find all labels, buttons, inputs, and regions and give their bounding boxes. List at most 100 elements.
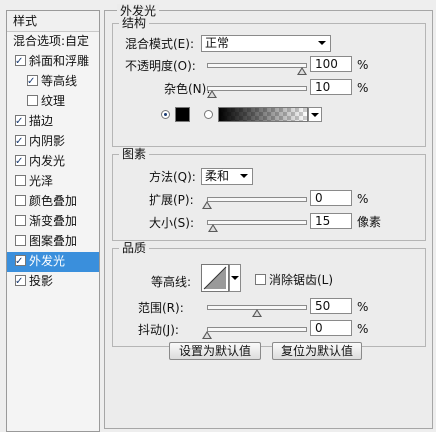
range-value: 50 <box>315 299 331 313</box>
spread-slider-thumb[interactable] <box>202 201 212 209</box>
noise-slider-thumb[interactable] <box>207 90 217 98</box>
blend-mode-select[interactable]: 正常 <box>201 35 331 52</box>
sidebar-item-label: 斜面和浮雕 <box>29 54 90 68</box>
sidebar-item-label: 混合选项:自定 <box>13 34 90 48</box>
sidebar-item[interactable]: 内阴影 <box>7 132 99 152</box>
size-input[interactable]: 15 <box>310 213 352 229</box>
size-slider[interactable] <box>207 220 307 225</box>
sidebar-item[interactable]: 纹理 <box>7 92 99 112</box>
chevron-down-icon <box>240 174 248 178</box>
opacity-input[interactable]: 100 <box>310 56 352 72</box>
opacity-unit: % <box>357 58 369 72</box>
sidebar-item-checkbox[interactable] <box>15 235 26 246</box>
technique-label: 方法(Q): <box>149 170 196 184</box>
noise-value: 10 <box>315 80 331 94</box>
sidebar-item-label: 颜色叠加 <box>29 194 78 208</box>
sidebar-item-checkbox[interactable] <box>15 152 26 171</box>
sidebar-item[interactable]: 斜面和浮雕 <box>7 52 99 72</box>
range-slider-thumb[interactable] <box>252 309 262 317</box>
technique-value: 柔和 <box>205 169 230 183</box>
sidebar-item-label: 内发光 <box>29 154 66 168</box>
jitter-value: 0 <box>315 321 323 335</box>
sidebar-item[interactable]: 混合选项:自定 <box>7 32 99 52</box>
sidebar-item-checkbox[interactable] <box>27 95 38 106</box>
structure-title: 结构 <box>119 16 150 30</box>
jitter-input[interactable]: 0 <box>310 320 352 336</box>
sidebar-item-checkbox[interactable] <box>27 72 38 91</box>
spread-label: 扩展(P): <box>149 193 194 207</box>
sidebar-item[interactable]: 描边 <box>7 112 99 132</box>
quality-title: 品质 <box>119 241 150 255</box>
chevron-down-icon <box>318 41 326 45</box>
sidebar-item-checkbox[interactable] <box>15 132 26 151</box>
sidebar-item-checkbox[interactable] <box>15 272 26 291</box>
quality-group: 品质 等高线: 消除锯齿(L) 范围(R): 50 % 抖动(J): 0 % <box>112 241 426 347</box>
contour-picker[interactable] <box>201 264 229 292</box>
sidebar-item-checkbox[interactable] <box>15 252 26 271</box>
chevron-down-icon <box>311 113 319 117</box>
gradient-radio[interactable] <box>204 110 213 119</box>
noise-input[interactable]: 10 <box>310 79 352 95</box>
outer-glow-panel: 外发光 结构 混合模式(E): 正常 不透明度(O): 100 % 杂色(N):… <box>104 4 433 429</box>
sidebar-item[interactable]: 内发光 <box>7 152 99 172</box>
gradient-swatch[interactable] <box>218 107 308 122</box>
spread-input[interactable]: 0 <box>310 190 352 206</box>
jitter-slider[interactable] <box>207 327 307 332</box>
sidebar-item-label: 投影 <box>29 274 54 288</box>
opacity-slider[interactable] <box>207 63 307 68</box>
jitter-label: 抖动(J): <box>138 323 179 337</box>
sidebar-item-label: 描边 <box>29 114 54 128</box>
contour-dropdown[interactable] <box>229 264 241 292</box>
antialias-check[interactable] <box>255 274 266 285</box>
gradient-dropdown[interactable] <box>308 107 322 122</box>
noise-label: 杂色(N): <box>164 82 211 96</box>
sidebar-item-label: 渐变叠加 <box>29 214 78 228</box>
range-input[interactable]: 50 <box>310 298 352 314</box>
structure-group: 结构 混合模式(E): 正常 不透明度(O): 100 % 杂色(N): 10 … <box>112 16 426 147</box>
chevron-down-icon <box>231 276 239 280</box>
sidebar-item[interactable]: 外发光 <box>7 252 99 272</box>
elements-group: 图素 方法(Q): 柔和 扩展(P): 0 % 大小(S): 15 像素 <box>112 147 426 241</box>
sidebar-item[interactable]: 投影 <box>7 272 99 292</box>
size-value: 15 <box>315 214 331 228</box>
blend-mode-label: 混合模式(E): <box>125 37 194 51</box>
antialias-checkbox[interactable]: 消除锯齿(L) <box>255 273 333 287</box>
spread-value: 0 <box>315 191 323 205</box>
opacity-value: 100 <box>315 57 338 71</box>
styles-sidebar: 样式 混合选项:自定斜面和浮雕等高线纹理描边内阴影内发光光泽颜色叠加渐变叠加图案… <box>6 10 100 432</box>
range-label: 范围(R): <box>138 301 184 315</box>
sidebar-item-checkbox[interactable] <box>15 112 26 131</box>
elements-title: 图素 <box>119 147 150 161</box>
sidebar-item[interactable]: 光泽 <box>7 172 99 192</box>
antialias-label: 消除锯齿(L) <box>269 273 334 287</box>
set-default-button[interactable]: 设置为默认值 <box>169 342 261 360</box>
contour-label: 等高线: <box>151 275 192 289</box>
jitter-unit: % <box>357 322 369 336</box>
noise-slider[interactable] <box>207 86 307 91</box>
sidebar-item-checkbox[interactable] <box>15 175 26 186</box>
reset-default-button[interactable]: 复位为默认值 <box>272 342 362 360</box>
technique-select[interactable]: 柔和 <box>201 168 253 185</box>
sidebar-item-checkbox[interactable] <box>15 215 26 226</box>
sidebar-title: 样式 <box>7 11 99 32</box>
sidebar-item[interactable]: 图案叠加 <box>7 232 99 252</box>
size-label: 大小(S): <box>149 216 195 230</box>
jitter-slider-thumb[interactable] <box>202 331 212 339</box>
sidebar-item-checkbox[interactable] <box>15 195 26 206</box>
sidebar-item[interactable]: 等高线 <box>7 72 99 92</box>
opacity-slider-thumb[interactable] <box>297 67 307 75</box>
opacity-label: 不透明度(O): <box>125 59 196 73</box>
size-unit: 像素 <box>357 215 382 229</box>
contour-curve-icon <box>203 266 227 290</box>
sidebar-item[interactable]: 颜色叠加 <box>7 192 99 212</box>
sidebar-item-label: 内阴影 <box>29 134 66 148</box>
sidebar-item-checkbox[interactable] <box>15 52 26 71</box>
spread-unit: % <box>357 192 369 206</box>
glow-color-swatch[interactable] <box>175 107 190 122</box>
sidebar-item-label: 图案叠加 <box>29 234 78 248</box>
sidebar-item[interactable]: 渐变叠加 <box>7 212 99 232</box>
size-slider-thumb[interactable] <box>208 224 218 232</box>
spread-slider[interactable] <box>207 197 307 202</box>
color-radio[interactable] <box>161 110 170 119</box>
sidebar-item-label: 光泽 <box>29 174 54 188</box>
